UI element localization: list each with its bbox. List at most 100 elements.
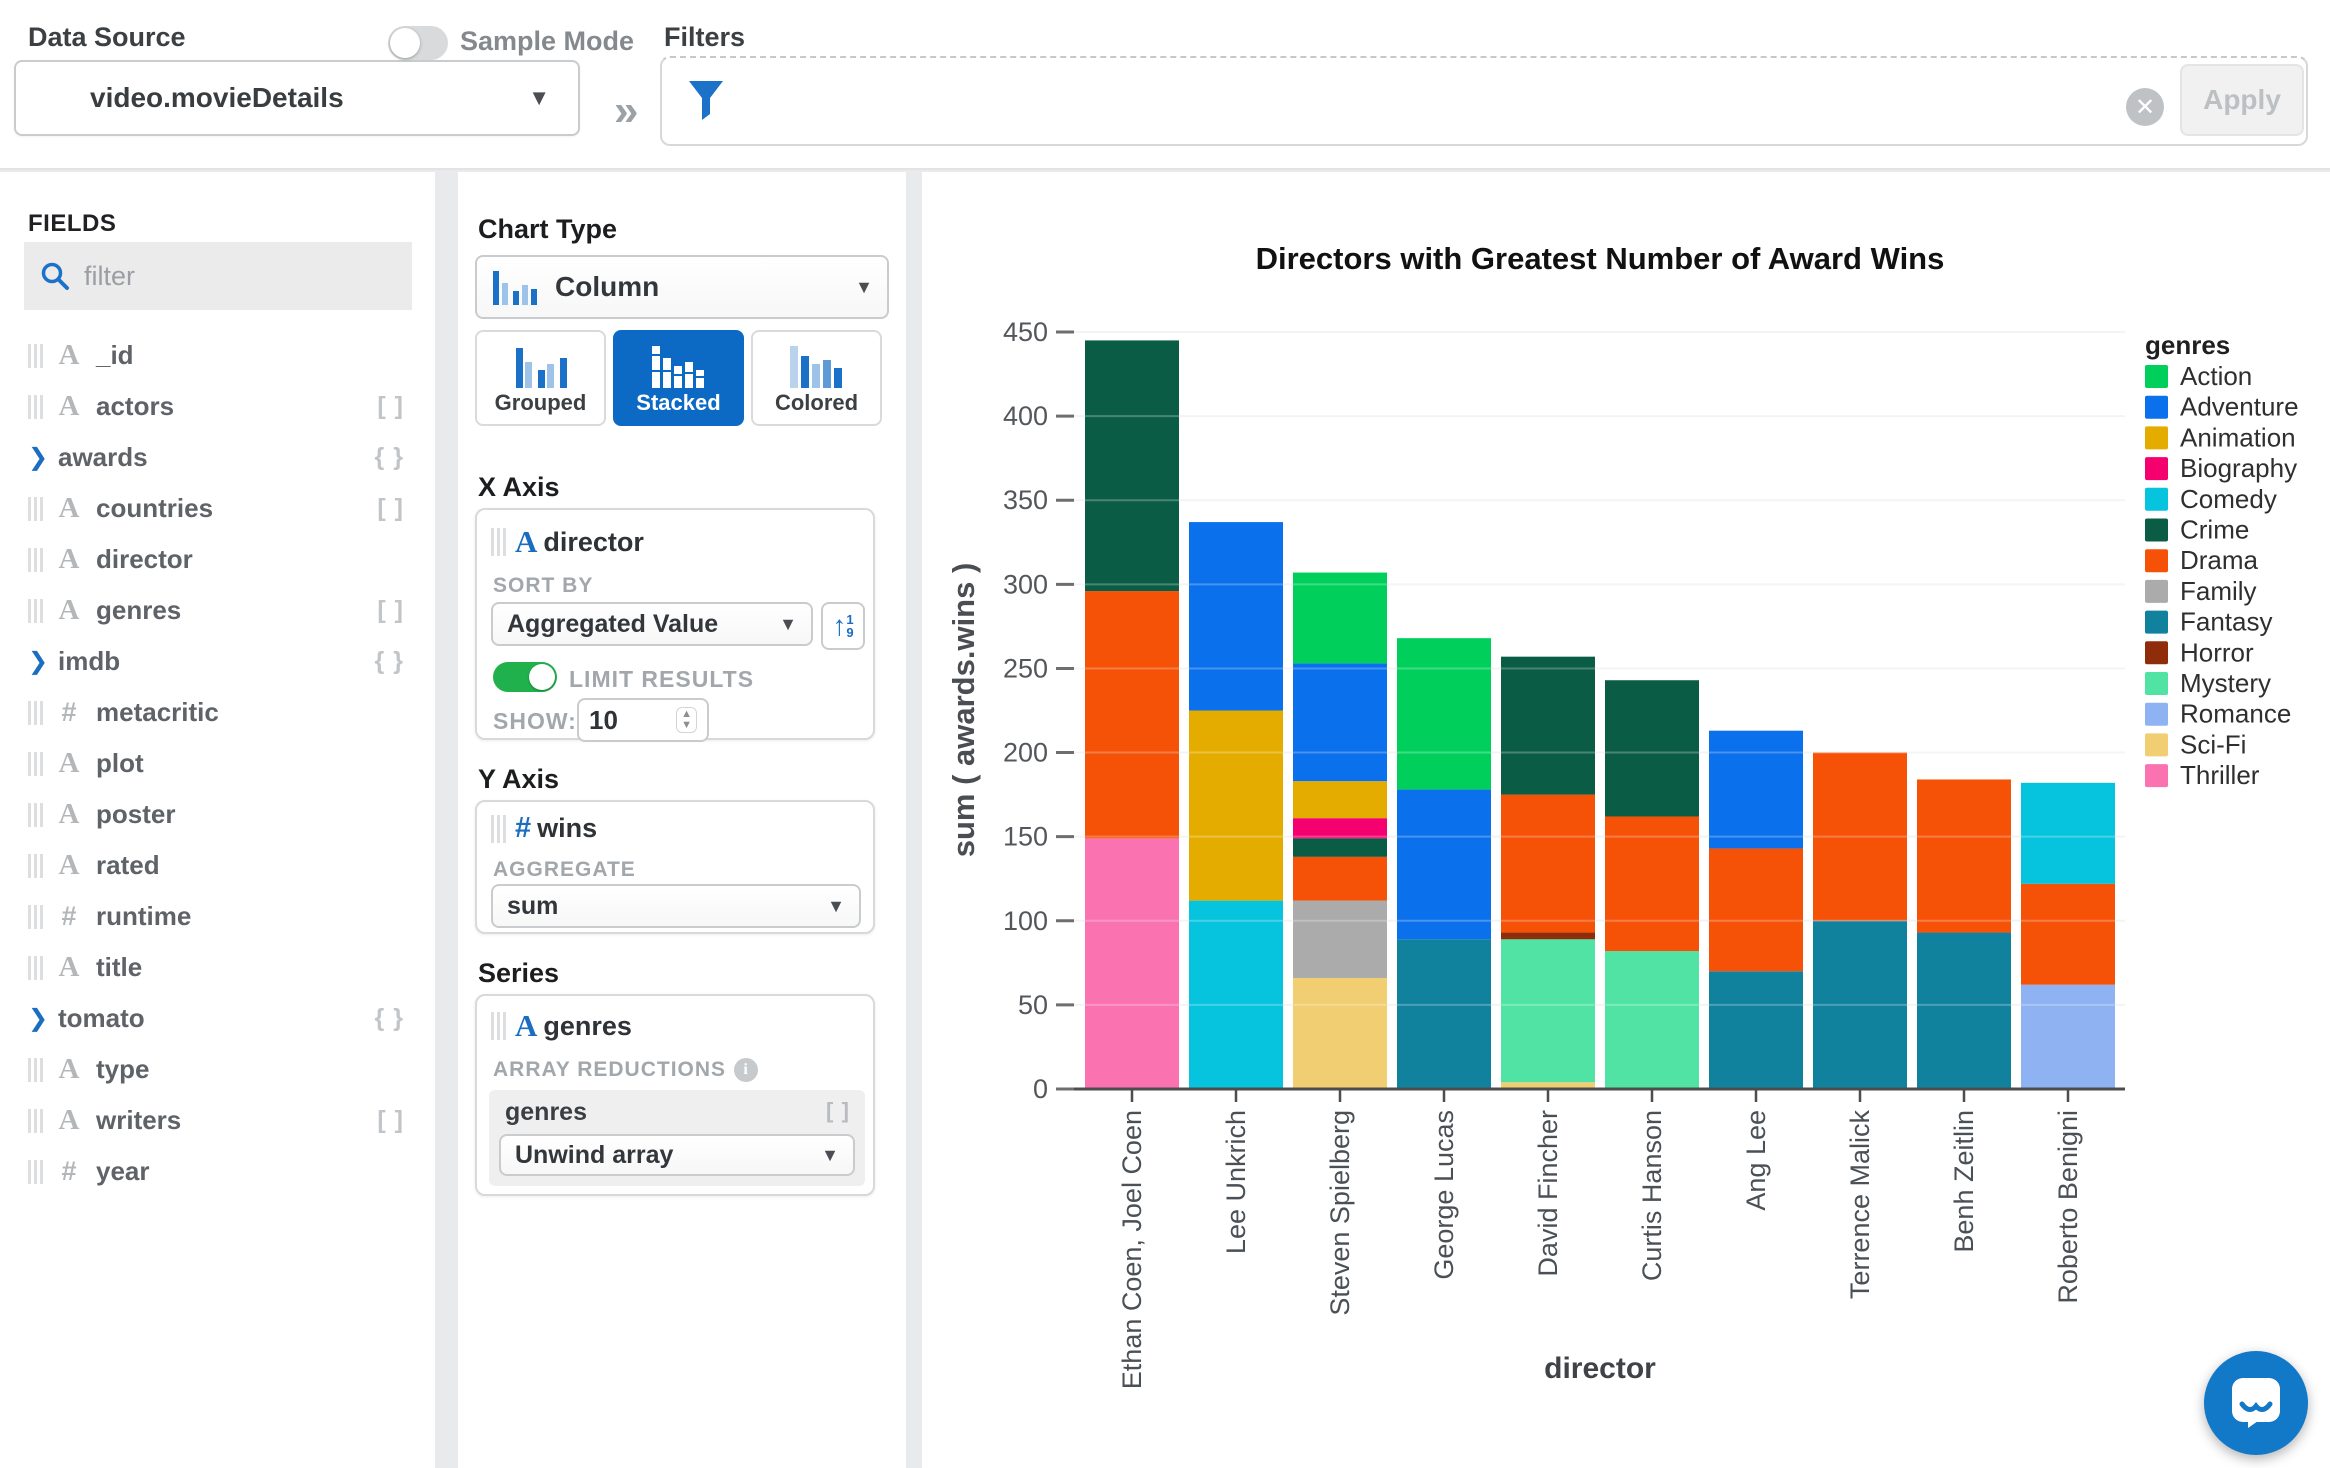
sample-mode-toggle[interactable] bbox=[388, 26, 448, 60]
bar-segment-action[interactable] bbox=[1397, 638, 1491, 789]
y-axis-field-chip[interactable]: # wins bbox=[491, 812, 597, 845]
bar-segment-mystery[interactable] bbox=[1501, 939, 1595, 1082]
drag-handle-icon[interactable] bbox=[491, 528, 507, 556]
y-tick-label: 200 bbox=[1003, 738, 1048, 768]
x-axis-field-chip[interactable]: A director bbox=[491, 524, 644, 560]
bar-segment-action[interactable] bbox=[1293, 573, 1387, 664]
field-row-actors[interactable]: Aactors[ ] bbox=[0, 381, 435, 432]
drag-handle-icon[interactable] bbox=[28, 344, 44, 368]
mode-button-colored[interactable]: Colored bbox=[751, 330, 882, 426]
expand-chevron-icon[interactable]: ❯ bbox=[28, 443, 58, 472]
mode-button-grouped[interactable]: Grouped bbox=[475, 330, 606, 426]
drag-handle-icon[interactable] bbox=[28, 701, 44, 725]
drag-handle-icon[interactable] bbox=[491, 1012, 507, 1040]
filter-drop-zone[interactable] bbox=[660, 56, 2308, 146]
bar-segment-crime[interactable] bbox=[1293, 838, 1387, 857]
bar-segment-fantasy[interactable] bbox=[1397, 939, 1491, 1089]
limit-results-toggle[interactable] bbox=[493, 662, 557, 692]
bar-segment-sci-fi[interactable] bbox=[1293, 978, 1387, 1089]
bar-segment-family[interactable] bbox=[1293, 901, 1387, 978]
drag-handle-icon[interactable] bbox=[28, 854, 44, 878]
bar-segment-drama[interactable] bbox=[1917, 779, 2011, 932]
drag-handle-icon[interactable] bbox=[28, 395, 44, 419]
bar-segment-crime[interactable] bbox=[1085, 340, 1179, 591]
bar-segment-fantasy[interactable] bbox=[1709, 971, 1803, 1089]
data-source-select[interactable]: video.movieDetails ▼ bbox=[14, 60, 580, 136]
stepper-icon[interactable]: ▲▼ bbox=[676, 707, 697, 733]
field-row-type[interactable]: Atype bbox=[0, 1044, 435, 1095]
object-badge: { } bbox=[375, 647, 405, 676]
bar-segment-adventure[interactable] bbox=[1293, 663, 1387, 781]
field-row-poster[interactable]: Aposter bbox=[0, 789, 435, 840]
field-row-awards[interactable]: ❯awards{ } bbox=[0, 432, 435, 483]
field-row-year[interactable]: #year bbox=[0, 1146, 435, 1197]
drag-handle-icon[interactable] bbox=[28, 548, 44, 572]
expand-chevron-icon[interactable]: ❯ bbox=[28, 1004, 58, 1033]
bar-segment-drama[interactable] bbox=[1501, 795, 1595, 933]
aggregate-select[interactable]: sum ▼ bbox=[491, 884, 861, 928]
bar-segment-adventure[interactable] bbox=[1397, 790, 1491, 940]
field-row-imdb[interactable]: ❯imdb{ } bbox=[0, 636, 435, 687]
drag-handle-icon[interactable] bbox=[28, 497, 44, 521]
field-name: plot bbox=[96, 748, 144, 779]
bar-segment-comedy[interactable] bbox=[2021, 783, 2115, 884]
string-type-icon: A bbox=[50, 747, 88, 780]
bar-segment-drama[interactable] bbox=[1293, 857, 1387, 901]
x-tick-label: Terrence Malick bbox=[1845, 1110, 1875, 1300]
clear-filter-icon[interactable]: ✕ bbox=[2126, 88, 2164, 126]
bar-segment-adventure[interactable] bbox=[1709, 731, 1803, 849]
field-row-director[interactable]: Adirector bbox=[0, 534, 435, 585]
bar-segment-biography[interactable] bbox=[1293, 818, 1387, 838]
drag-handle-icon[interactable] bbox=[28, 905, 44, 929]
bar-segment-animation[interactable] bbox=[1293, 781, 1387, 818]
bar-segment-comedy[interactable] bbox=[1189, 901, 1283, 1089]
mode-button-stacked[interactable]: Stacked bbox=[613, 330, 744, 426]
sort-direction-button[interactable]: ↑ 19 bbox=[821, 602, 865, 650]
drag-handle-icon[interactable] bbox=[28, 803, 44, 827]
bar-segment-romance[interactable] bbox=[2021, 985, 2115, 1089]
drag-handle-icon[interactable] bbox=[28, 1058, 44, 1082]
drag-handle-icon[interactable] bbox=[491, 815, 507, 843]
info-icon[interactable]: i bbox=[734, 1058, 758, 1082]
bar-segment-animation[interactable] bbox=[1189, 711, 1283, 901]
show-count-input[interactable]: ▲▼ bbox=[577, 698, 709, 742]
field-row-writers[interactable]: Awriters[ ] bbox=[0, 1095, 435, 1146]
drag-handle-icon[interactable] bbox=[28, 956, 44, 980]
apply-button[interactable]: Apply bbox=[2180, 64, 2304, 136]
field-search-box[interactable] bbox=[24, 242, 412, 310]
field-row-_id[interactable]: A_id bbox=[0, 330, 435, 381]
field-row-rated[interactable]: Arated bbox=[0, 840, 435, 891]
bar-segment-crime[interactable] bbox=[1605, 680, 1699, 816]
bar-segment-horror[interactable] bbox=[1501, 933, 1595, 940]
drag-handle-icon[interactable] bbox=[28, 752, 44, 776]
chart-type-select[interactable]: Column ▼ bbox=[475, 255, 889, 319]
intercom-launcher[interactable] bbox=[2204, 1351, 2308, 1455]
bar-segment-drama[interactable] bbox=[1085, 591, 1179, 838]
field-row-tomato[interactable]: ❯tomato{ } bbox=[0, 993, 435, 1044]
bar-segment-drama[interactable] bbox=[1709, 848, 1803, 971]
field-row-genres[interactable]: Agenres[ ] bbox=[0, 585, 435, 636]
field-row-countries[interactable]: Acountries[ ] bbox=[0, 483, 435, 534]
bar-segment-thriller[interactable] bbox=[1085, 838, 1179, 1089]
series-field-chip[interactable]: A genres bbox=[491, 1008, 632, 1044]
reduction-select[interactable]: Unwind array ▼ bbox=[499, 1134, 855, 1176]
sort-arrow-icon: ↑ bbox=[832, 610, 846, 642]
bar-segment-crime[interactable] bbox=[1501, 657, 1595, 795]
field-row-title[interactable]: Atitle bbox=[0, 942, 435, 993]
drag-handle-icon[interactable] bbox=[28, 1109, 44, 1133]
collapse-chevrons-icon[interactable]: » bbox=[614, 86, 638, 136]
drag-handle-icon[interactable] bbox=[28, 599, 44, 623]
field-row-metacritic[interactable]: #metacritic bbox=[0, 687, 435, 738]
x-tick-label: Roberto Benigni bbox=[2053, 1110, 2083, 1304]
field-row-plot[interactable]: Aplot bbox=[0, 738, 435, 789]
show-count-value[interactable] bbox=[589, 705, 649, 736]
drag-handle-icon[interactable] bbox=[28, 1160, 44, 1184]
sort-by-select[interactable]: Aggregated Value ▼ bbox=[491, 602, 813, 646]
expand-chevron-icon[interactable]: ❯ bbox=[28, 647, 58, 676]
bar-segment-mystery[interactable] bbox=[1605, 951, 1699, 1089]
field-row-runtime[interactable]: #runtime bbox=[0, 891, 435, 942]
field-filter-input[interactable] bbox=[84, 261, 374, 292]
bar-segment-drama[interactable] bbox=[2021, 884, 2115, 985]
bar-segment-fantasy[interactable] bbox=[1917, 933, 2011, 1089]
bar-segment-adventure[interactable] bbox=[1189, 522, 1283, 710]
